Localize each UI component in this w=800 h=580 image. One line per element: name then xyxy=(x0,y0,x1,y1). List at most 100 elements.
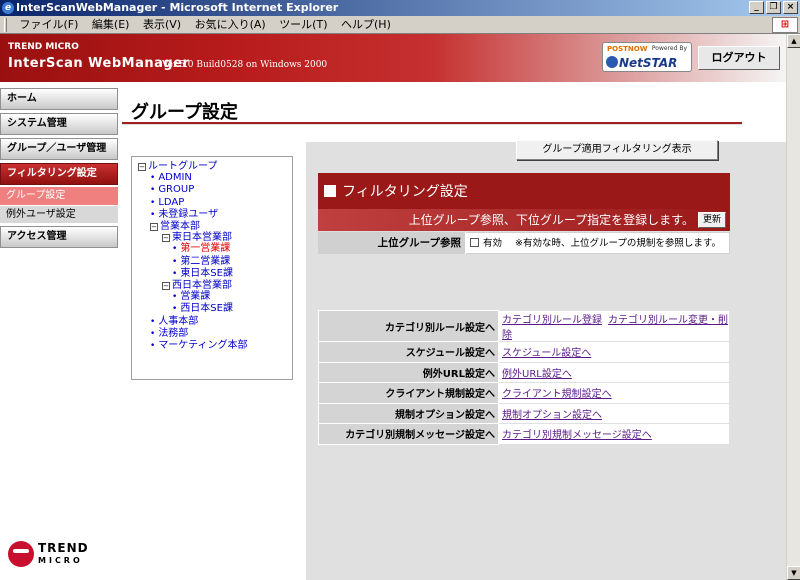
tree-node[interactable]: • マーケティング本部 xyxy=(138,340,292,352)
tree-node[interactable]: • 法務部 xyxy=(138,328,292,340)
window-title: InterScanWebManager - Microsoft Internet… xyxy=(16,1,339,14)
schedule-link[interactable]: スケジュール設定へ xyxy=(502,348,591,359)
table-row: スケジュール設定へ スケジュール設定へ xyxy=(318,341,730,363)
menu-file[interactable]: ファイル(F) xyxy=(15,16,84,34)
bullet-icon: • xyxy=(150,173,156,184)
sidebar: ホーム システム管理 グループ／ユーザ管理 フィルタリング設定 グループ設定 例… xyxy=(0,88,118,251)
tree-node[interactable]: − 営業本部 xyxy=(138,221,292,232)
menu-edit[interactable]: 編集(E) xyxy=(87,16,135,34)
category-message-label: カテゴリ別規制メッセージ設定へ xyxy=(318,423,499,445)
nav-group-user-management[interactable]: グループ／ユーザ管理 xyxy=(0,138,118,160)
menu-help[interactable]: ヘルプ(H) xyxy=(336,16,396,34)
tree-node[interactable]: • ADMIN xyxy=(138,172,292,184)
filtering-settings-box: フィルタリング設定 上位グループ参照、下位グループ指定を登録します。 更新 上位… xyxy=(318,173,730,267)
netstar-label: NetSTAR xyxy=(619,56,678,70)
powered-by-label: Powered By xyxy=(651,45,687,52)
settings-links-table: カテゴリ別ルール設定へ カテゴリ別ルール登録 カテゴリ別ルール変更・削除 スケジュ… xyxy=(318,310,730,445)
menu-tools[interactable]: ツール(T) xyxy=(274,16,332,34)
logo-line1: TREND xyxy=(38,541,89,555)
nav-group-settings[interactable]: グループ設定 xyxy=(0,187,118,205)
page-content: TREND MICRO InterScan WebManager Ver.5.0… xyxy=(0,34,786,580)
title-underline xyxy=(122,122,742,125)
scroll-up-icon[interactable]: ▲ xyxy=(787,34,800,48)
upper-group-ref-row: 上位グループ参照 有効 ※有効な時、上位グループの規制を参照します。 xyxy=(318,232,730,254)
bullet-icon: • xyxy=(150,209,156,220)
restriction-option-link[interactable]: 規制オプション設定へ xyxy=(502,410,602,421)
collapse-icon[interactable]: − xyxy=(150,223,158,232)
group-filter-display-button[interactable]: グループ適用フィルタリング表示 xyxy=(516,140,718,160)
tree-node[interactable]: • 第二営業課 xyxy=(138,256,292,268)
enable-note: ※有効な時、上位グループの規制を参照します。 xyxy=(515,238,721,249)
trendmicro-ball-icon xyxy=(8,541,34,567)
menu-view[interactable]: 表示(V) xyxy=(138,16,186,34)
nav-filtering-settings[interactable]: フィルタリング設定 xyxy=(0,163,118,185)
nav-home[interactable]: ホーム xyxy=(0,88,118,110)
schedule-label: スケジュール設定へ xyxy=(318,341,499,363)
window-controls: _ ❐ × xyxy=(749,1,798,14)
tree-node[interactable]: • GROUP xyxy=(138,184,292,196)
group-tree: − ルートグループ • ADMIN • GROUP • LDAP • 未登録ユーザ − 営業… xyxy=(131,156,293,380)
exception-url-link[interactable]: 例外URL設定へ xyxy=(502,369,572,380)
collapse-icon[interactable]: − xyxy=(162,234,170,243)
tree-node[interactable]: • 人事本部 xyxy=(138,316,292,328)
restriction-option-label: 規制オプション設定へ xyxy=(318,402,499,424)
filtering-subheader: 上位グループ参照、下位グループ指定を登録します。 xyxy=(318,209,730,231)
page-title: グループ設定 xyxy=(131,102,238,123)
bullet-icon: • xyxy=(150,341,156,352)
nav-exception-user-settings[interactable]: 例外ユーザ設定 xyxy=(0,205,118,223)
restore-button[interactable]: ❐ xyxy=(766,1,781,14)
logout-button[interactable]: ログアウト xyxy=(698,46,780,70)
filtering-header: フィルタリング設定 xyxy=(318,173,730,209)
vertical-scrollbar[interactable]: ▲ ▼ xyxy=(786,34,800,580)
table-row: クライアント規制設定へ クライアント規制設定へ xyxy=(318,382,730,404)
upper-group-ref-label: 上位グループ参照 xyxy=(318,232,466,254)
tree-node[interactable]: • 未登録ユーザ xyxy=(138,209,292,221)
table-row: 規制オプション設定へ 規制オプション設定へ xyxy=(318,402,730,424)
tree-node[interactable]: − ルートグループ xyxy=(138,161,292,172)
menu-bar: ファイル(F) 編集(E) 表示(V) お気に入り(A) ツール(T) ヘルプ(… xyxy=(0,16,800,34)
bullet-icon: • xyxy=(150,185,156,196)
window-titlebar: e InterScanWebManager - Microsoft Intern… xyxy=(0,0,800,16)
bullet-icon: • xyxy=(150,316,156,327)
client-restriction-link[interactable]: クライアント規制設定へ xyxy=(502,389,612,400)
tree-node[interactable]: • 東日本SE課 xyxy=(138,268,292,280)
windows-logo-icon: ⊞ xyxy=(772,17,798,33)
tree-node[interactable]: • 西日本SE課 xyxy=(138,303,292,315)
tree-node-selected[interactable]: • 第一営業課 xyxy=(138,243,292,255)
client-restriction-label: クライアント規制設定へ xyxy=(318,382,499,404)
tree-node[interactable]: − 西日本営業部 xyxy=(138,280,292,291)
brand-vendor: TREND MICRO xyxy=(8,42,79,52)
toolbar-grip xyxy=(4,18,7,32)
nav-system-management[interactable]: システム管理 xyxy=(0,113,118,135)
collapse-icon[interactable]: − xyxy=(138,163,146,171)
table-row: カテゴリ別ルール設定へ カテゴリ別ルール登録 カテゴリ別ルール変更・削除 xyxy=(318,310,730,342)
collapse-icon[interactable]: − xyxy=(162,282,170,291)
netstar-logo[interactable]: POSTNOW Powered By NetSTAR xyxy=(602,42,692,72)
square-icon xyxy=(324,185,336,197)
category-rule-label: カテゴリ別ルール設定へ xyxy=(318,310,499,342)
bullet-icon: • xyxy=(172,304,178,315)
trendmicro-logo: TREND MICRO xyxy=(8,537,98,573)
app-header: TREND MICRO InterScan WebManager Ver.5.0… xyxy=(0,34,786,82)
close-button[interactable]: × xyxy=(783,1,798,14)
bullet-icon: • xyxy=(172,292,178,303)
category-rule-register-link[interactable]: カテゴリ別ルール登録 xyxy=(502,315,602,326)
postnow-label: POSTNOW xyxy=(607,45,648,53)
tree-node[interactable]: − 東日本営業部 xyxy=(138,232,292,243)
internet-explorer-icon: e xyxy=(2,2,14,14)
enable-checkbox[interactable] xyxy=(470,238,479,247)
enable-label: 有効 xyxy=(483,238,503,249)
nav-access-management[interactable]: アクセス管理 xyxy=(0,226,118,248)
table-row: カテゴリ別規制メッセージ設定へ カテゴリ別規制メッセージ設定へ xyxy=(318,423,730,445)
tree-node[interactable]: • LDAP xyxy=(138,197,292,209)
menu-favorites[interactable]: お気に入り(A) xyxy=(190,16,271,34)
scroll-down-icon[interactable]: ▼ xyxy=(787,566,800,580)
tree-node[interactable]: • 営業課 xyxy=(138,291,292,303)
update-button[interactable]: 更新 xyxy=(698,212,726,228)
category-message-link[interactable]: カテゴリ別規制メッセージ設定へ xyxy=(502,430,652,441)
logo-line2: MICRO xyxy=(38,556,83,565)
bullet-icon: • xyxy=(172,256,178,267)
bullet-icon: • xyxy=(150,197,156,208)
version-label: Ver.5.0 Build0528 on Windows 2000 xyxy=(162,60,328,70)
minimize-button[interactable]: _ xyxy=(749,1,764,14)
